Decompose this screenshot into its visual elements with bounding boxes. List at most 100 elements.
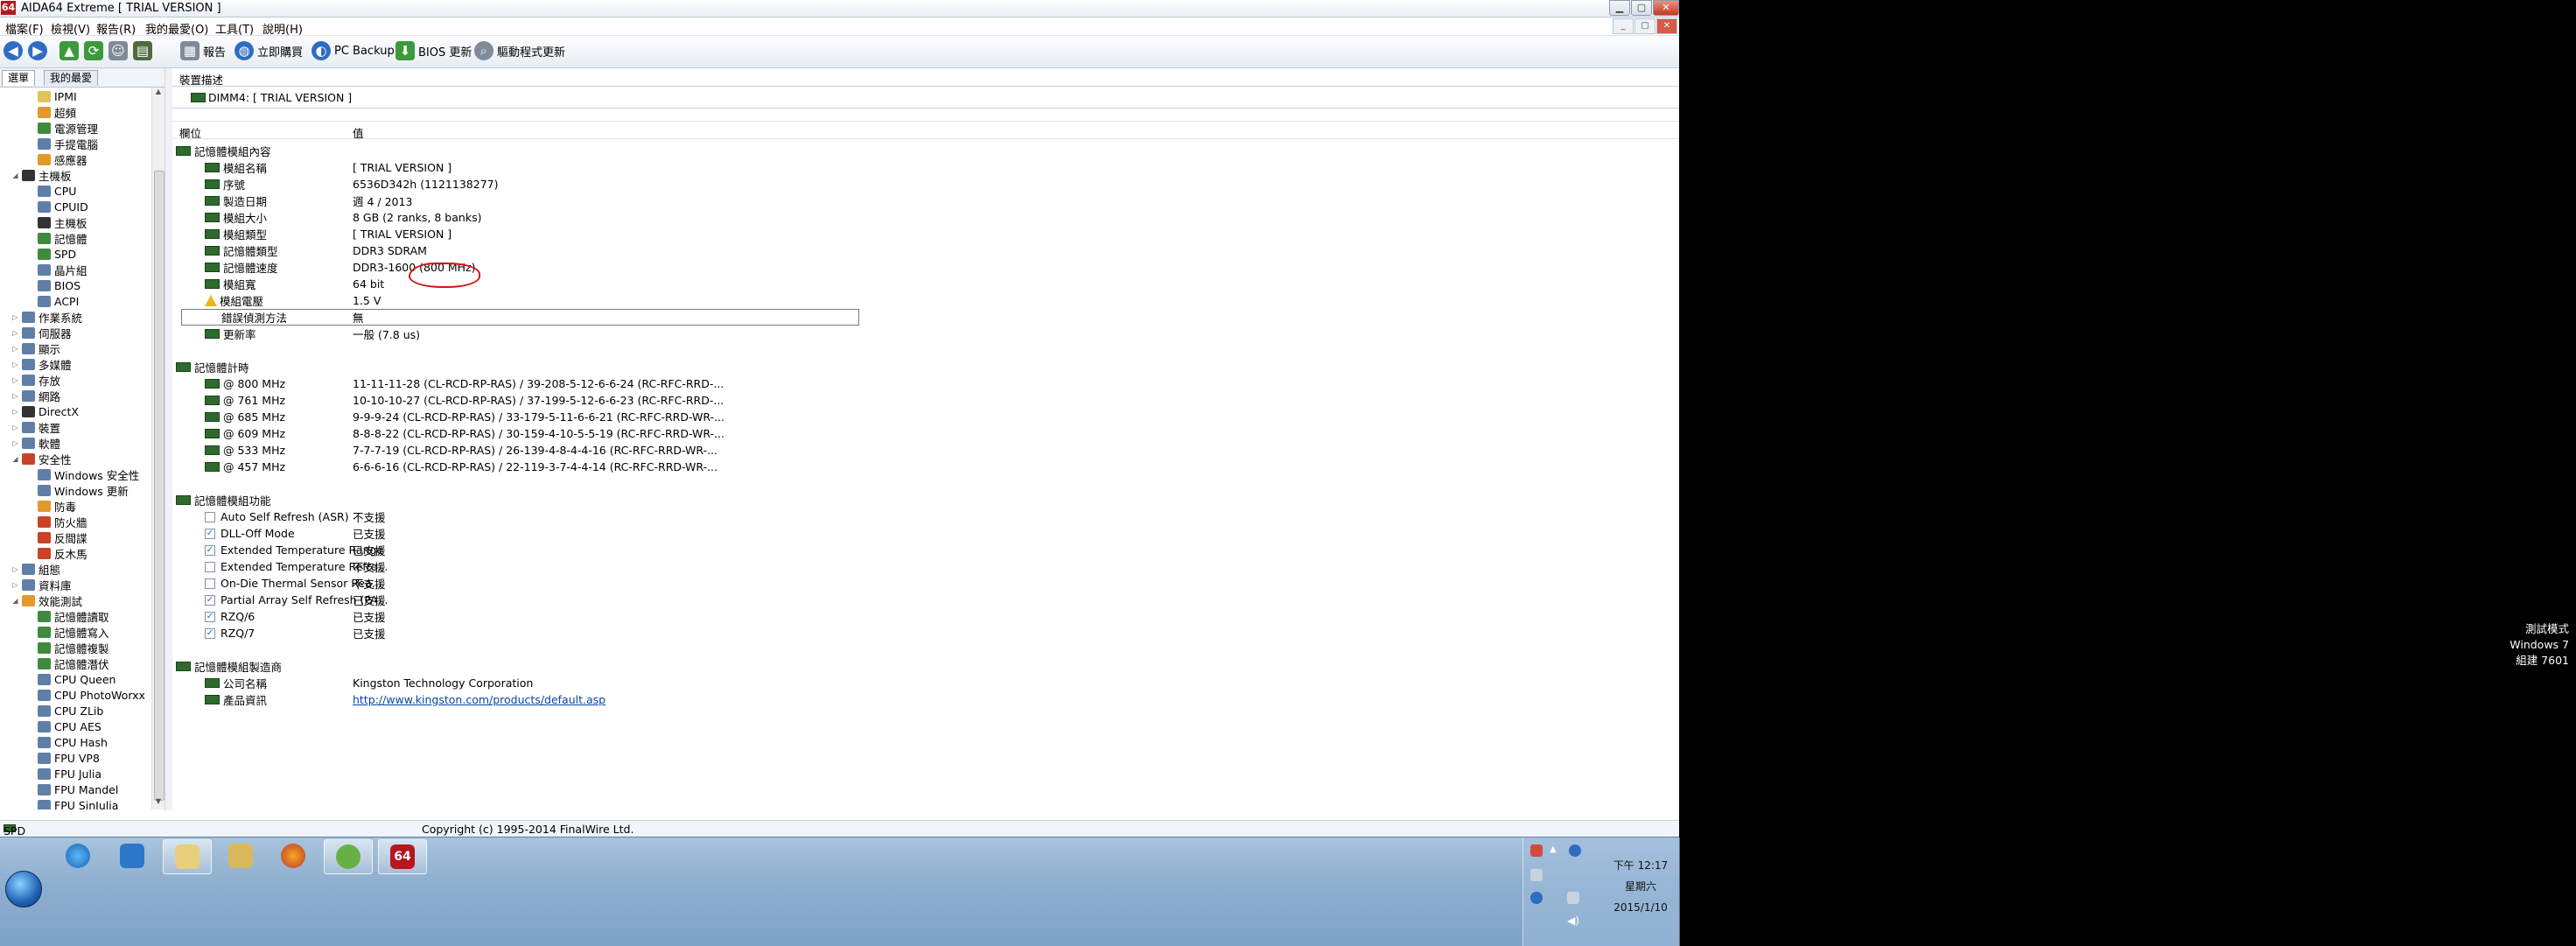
tree-item[interactable]: ▷ 資料庫: [10, 577, 72, 592]
tree-item[interactable]: ▷ 伺服器: [10, 325, 72, 340]
tray-update-icon[interactable]: [1569, 844, 1581, 857]
property-row[interactable]: @ 685 MHz 9-9-9-24 (CL-RCD-RP-RAS) / 33-1…: [172, 409, 1679, 425]
tree-item[interactable]: 記憶體: [26, 230, 88, 246]
forward-arrow-icon[interactable]: ▶: [28, 41, 47, 60]
tree-item[interactable]: ◢ 主機板: [10, 167, 72, 183]
tab-favorites[interactable]: 我的最愛: [44, 70, 99, 86]
tree-item[interactable]: IPMI: [26, 88, 77, 104]
tree-item[interactable]: 手提電腦: [26, 136, 98, 151]
tray-network-icon[interactable]: [1567, 892, 1579, 904]
tree-item[interactable]: CPU AES: [26, 718, 102, 734]
tree-item[interactable]: 記憶體潛伏: [26, 655, 109, 671]
tree-item[interactable]: ▷ 多媒體: [10, 356, 72, 372]
mdi-minimize-button[interactable]: _: [1613, 18, 1634, 34]
tray-help-icon[interactable]: [1530, 892, 1543, 904]
tree-item[interactable]: ▷ 組態: [10, 561, 60, 577]
tree-item[interactable]: Windows 更新: [26, 482, 129, 498]
tree-item[interactable]: ▷ 網路: [10, 388, 60, 403]
expand-toggle-icon[interactable]: ▷: [10, 313, 20, 321]
maximize-button[interactable]: ▢: [1631, 0, 1652, 16]
property-row[interactable]: On-Die Thermal Sensor Rea... 不支援: [172, 575, 1679, 592]
report-button[interactable]: ▦ 報告: [180, 41, 226, 60]
pc-backup-button[interactable]: ◐ PC Backup: [312, 41, 395, 60]
tree-item[interactable]: ▷ 軟體: [10, 435, 60, 451]
property-row[interactable]: ✓ Extended Temperature Range 已支援: [172, 542, 1679, 558]
property-row[interactable]: ✓ RZQ/6 已支援: [172, 608, 1679, 625]
tray-arrow-icon[interactable]: ▲: [1550, 844, 1562, 857]
tree-item[interactable]: 反間諜: [26, 529, 88, 545]
tree-item[interactable]: 記憶體複製: [26, 640, 109, 655]
section-header[interactable]: 記憶體模組功能: [172, 492, 1679, 508]
tree-item[interactable]: ▷ DirectX: [10, 403, 79, 419]
tree-item[interactable]: 感應器: [26, 151, 88, 167]
tree-item[interactable]: CPU ZLib: [26, 703, 103, 718]
property-row[interactable]: Auto Self Refresh (ASR) 不支援: [172, 508, 1679, 525]
expand-toggle-icon[interactable]: ▷: [10, 392, 20, 400]
taskbar-folder-icon[interactable]: [163, 839, 212, 874]
tree-item[interactable]: ◢ 效能測試: [10, 592, 82, 608]
taskbar-firefox-icon[interactable]: [270, 839, 317, 872]
property-row[interactable]: 公司名稱 Kingston Technology Corporation: [172, 675, 1679, 691]
close-button[interactable]: ✕: [1653, 0, 1679, 16]
property-row[interactable]: 模組名稱 [ TRIAL VERSION ]: [172, 159, 1679, 176]
property-row[interactable]: @ 800 MHz 11-11-11-28 (CL-RCD-RP-RAS) / 3…: [172, 375, 1679, 392]
tree-item[interactable]: FPU SinJulia: [26, 797, 118, 809]
tree-item[interactable]: ▷ 裝置: [10, 419, 60, 435]
expand-toggle-icon[interactable]: ▷: [10, 329, 20, 337]
chart-icon[interactable]: ▤: [133, 41, 152, 60]
taskbar-cloud-icon[interactable]: [108, 839, 156, 872]
property-row[interactable]: ✓ RZQ/7 已支援: [172, 625, 1679, 641]
menu-view[interactable]: 檢視(V): [51, 20, 90, 37]
tree-item[interactable]: BIOS: [26, 277, 80, 293]
expand-toggle-icon[interactable]: ◢: [10, 455, 20, 463]
tree-item[interactable]: FPU Mandel: [26, 781, 118, 797]
menu-tools[interactable]: 工具(T): [215, 20, 254, 37]
property-row[interactable]: 記憶體類型 DDR3 SDRAM: [172, 242, 1679, 259]
expand-toggle-icon[interactable]: ▷: [10, 408, 20, 416]
up-arrow-icon[interactable]: ▲: [60, 41, 79, 60]
tree-item[interactable]: 超頻: [26, 104, 76, 120]
tray-pdf-icon[interactable]: [1530, 844, 1543, 857]
product-info-link[interactable]: http://www.kingston.com/products/default…: [353, 693, 606, 706]
expand-toggle-icon[interactable]: ▷: [10, 439, 20, 447]
property-row[interactable]: 模組寬 64 bit: [172, 276, 1679, 292]
menu-report[interactable]: 報告(R): [96, 20, 136, 37]
taskbar-explorer-icon[interactable]: [217, 839, 264, 872]
expand-toggle-icon[interactable]: ▷: [10, 376, 20, 384]
property-row[interactable]: @ 457 MHz 6-6-6-16 (CL-RCD-RP-RAS) / 22-1…: [172, 459, 1679, 475]
driver-update-button[interactable]: ⌕ 驅動程式更新: [474, 41, 565, 60]
tree-item[interactable]: 防毒: [26, 498, 76, 514]
tree-item[interactable]: 晶片組: [26, 262, 88, 277]
device-line[interactable]: DIMM4: [ TRIAL VERSION ]: [172, 87, 1679, 109]
property-row[interactable]: 記憶體速度 DDR3-1600 (800 MHz): [172, 259, 1679, 276]
menu-help[interactable]: 說明(H): [262, 20, 303, 37]
expand-toggle-icon[interactable]: ▷: [10, 581, 20, 589]
mdi-restore-button[interactable]: ▢: [1634, 18, 1656, 34]
menu-file[interactable]: 檔案(F): [5, 20, 44, 37]
bios-update-button[interactable]: ⬇ BIOS 更新: [396, 41, 472, 60]
start-orb-icon[interactable]: [5, 871, 42, 907]
property-row[interactable]: @ 609 MHz 8-8-8-22 (CL-RCD-RP-RAS) / 30-1…: [172, 425, 1679, 442]
column-value[interactable]: 值: [353, 124, 364, 141]
tree-item[interactable]: Windows 安全性: [26, 466, 139, 482]
property-row[interactable]: 模組類型 [ TRIAL VERSION ]: [172, 226, 1679, 242]
property-row[interactable]: @ 761 MHz 10-10-10-27 (CL-RCD-RP-RAS) / 3…: [172, 392, 1679, 409]
tree-item[interactable]: ▷ 顯示: [10, 340, 60, 356]
section-header[interactable]: 記憶體計時: [172, 359, 1679, 375]
tree-item[interactable]: 反木馬: [26, 545, 88, 561]
property-row[interactable]: @ 533 MHz 7-7-7-19 (CL-RCD-RP-RAS) / 26-1…: [172, 442, 1679, 459]
buy-now-button[interactable]: ◍ 立即購買: [234, 41, 303, 60]
scroll-up-icon[interactable]: ▲: [153, 88, 164, 100]
property-row[interactable]: Extended Temperature Refre... 不支援: [172, 558, 1679, 575]
expand-toggle-icon[interactable]: ▷: [10, 345, 20, 353]
expand-toggle-icon[interactable]: ▷: [10, 361, 20, 368]
tree-item[interactable]: 防火牆: [26, 514, 88, 529]
tree-item[interactable]: FPU Julia: [26, 766, 102, 781]
tray-clock[interactable]: 下午 12:17 星期六 2015/1/10: [1610, 855, 1671, 918]
tree-item[interactable]: CPUID: [26, 199, 88, 214]
tree-scrollbar[interactable]: ▲ ▼: [151, 88, 164, 809]
tree-item[interactable]: FPU VP8: [26, 750, 100, 766]
tab-menu[interactable]: 選單: [2, 70, 36, 86]
tray-volume-icon[interactable]: ◀): [1567, 914, 1579, 927]
taskbar-aida64-icon[interactable]: 64: [378, 839, 427, 874]
